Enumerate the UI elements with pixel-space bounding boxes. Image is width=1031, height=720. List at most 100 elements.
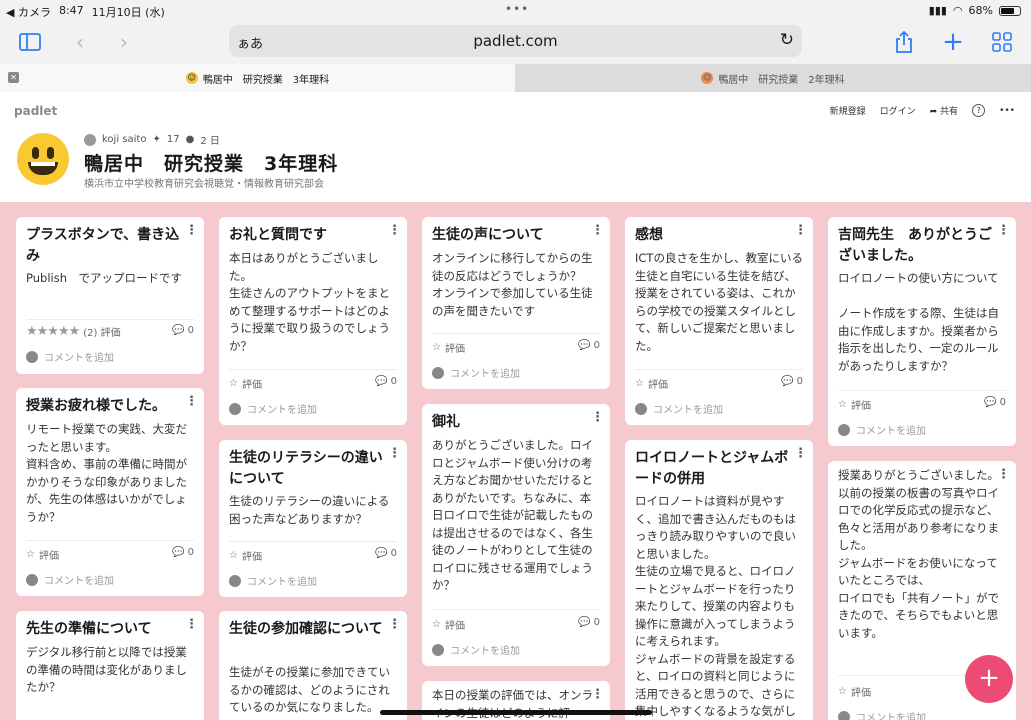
wifi-icon: ◠ xyxy=(952,4,963,17)
rating-control[interactable]: ☆ 評価 xyxy=(432,340,465,355)
add-comment[interactable]: コメントを追加 xyxy=(635,401,723,416)
comment-count[interactable]: 💬 0 xyxy=(375,548,397,559)
post-card[interactable]: プラスボタンで、書き込み ⋮ Publish でアップロードです ★★★★★ (2… xyxy=(16,217,204,374)
post-menu-icon[interactable]: ⋮ xyxy=(591,223,604,238)
post-card[interactable]: ロイロノートとジャムボードの併用 ⋮ ロイロノートは資料が見やすく、追加で書き込… xyxy=(625,440,813,720)
comment-count[interactable]: 💬 0 xyxy=(578,617,600,628)
add-comment[interactable]: コメントを追加 xyxy=(432,642,520,657)
author-avatar xyxy=(84,133,96,146)
close-tab-icon[interactable]: ✕ xyxy=(8,72,19,83)
post-menu-icon[interactable]: ⋮ xyxy=(794,446,807,461)
status-time: 8:47 xyxy=(58,4,84,17)
post-card[interactable]: 吉岡先生 ありがとうございました。 ⋮ ロイロノートの使い方について ノート作成… xyxy=(828,217,1016,446)
add-post-button[interactable]: + xyxy=(965,655,1013,703)
add-comment[interactable]: コメントを追加 xyxy=(229,401,317,416)
board-meta: koji saito ✦ 17 ● 2 日 xyxy=(84,132,220,147)
reload-icon[interactable]: ↻ xyxy=(780,30,794,50)
commenter-avatar xyxy=(432,366,444,379)
star-icon: ☆ xyxy=(635,378,644,389)
post-body: ありがとうございました。ロイロとジャムボード使い分けの考え方などお聞かせいただけ… xyxy=(432,438,593,592)
post-menu-icon[interactable]: ⋮ xyxy=(591,410,604,425)
rating-control[interactable]: ☆ 評価 xyxy=(432,617,465,632)
post-card[interactable]: 御礼 ⋮ ありがとうございました。ロイロとジャムボード使い分けの考え方などお聞か… xyxy=(422,404,610,666)
back-icon[interactable]: ‹ xyxy=(66,28,94,56)
star-rating-icon[interactable]: ★★★★★ xyxy=(26,324,80,339)
multitask-dots-icon[interactable]: ••• xyxy=(505,2,529,16)
more-options-icon[interactable]: ••• xyxy=(999,106,1015,116)
forward-icon[interactable]: › xyxy=(110,28,138,56)
post-menu-icon[interactable]: ⋮ xyxy=(185,617,198,632)
add-comment-label: コメントを追加 xyxy=(450,646,520,657)
post-menu-icon[interactable]: ⋮ xyxy=(794,223,807,238)
home-indicator[interactable] xyxy=(380,710,652,715)
add-comment[interactable]: コメントを追加 xyxy=(432,365,520,380)
comment-count[interactable]: 💬 0 xyxy=(781,376,803,387)
rating-control[interactable]: ★★★★★ (2) 評価 xyxy=(26,324,121,339)
add-comment[interactable]: コメントを追加 xyxy=(838,422,926,437)
post-card[interactable]: 生徒のリテラシーの違いについて ⋮ 生徒のリテラシーの違いによる困った声などあり… xyxy=(219,440,407,597)
board-emoji-icon xyxy=(17,133,69,185)
post-menu-icon[interactable]: ⋮ xyxy=(185,223,198,238)
post-card[interactable]: お礼と質問です ⋮ 本日はありがとうございました。 生徒さんのアウトプットをまと… xyxy=(219,217,407,425)
rating-control[interactable]: ☆ 評価 xyxy=(229,376,262,391)
padlet-header: padlet 新規登録 ログイン ➦ 共有 ? ••• koji saito ✦… xyxy=(0,92,1031,202)
add-comment[interactable]: コメントを追加 xyxy=(838,709,926,720)
post-card[interactable]: 生徒の声について ⋮ オンラインに移行してからの生徒の反応はどうでしょうか？ オ… xyxy=(422,217,610,389)
rating-control[interactable]: ☆ 評価 xyxy=(635,376,668,391)
post-menu-icon[interactable]: ⋮ xyxy=(997,223,1010,238)
add-comment-label: コメントを追加 xyxy=(247,405,317,416)
share-arrow-icon: ➦ xyxy=(929,107,941,117)
rating-control[interactable]: ☆ 評価 xyxy=(838,684,871,699)
tab-active[interactable]: ✕ ☺ 鴨居中 研究授業 3年理科 xyxy=(0,64,515,92)
padlet-logo[interactable]: padlet xyxy=(14,104,57,118)
comment-count[interactable]: 💬 0 xyxy=(172,325,194,336)
author-name[interactable]: koji saito xyxy=(102,134,146,145)
rating-label: 評価 xyxy=(444,344,465,355)
comment-count[interactable]: 💬 0 xyxy=(984,397,1006,408)
comment-count[interactable]: 💬 0 xyxy=(578,340,600,351)
help-icon[interactable]: ? xyxy=(972,104,986,117)
add-comment[interactable]: コメントを追加 xyxy=(229,573,317,588)
sidebar-icon[interactable] xyxy=(16,28,44,56)
signup-link[interactable]: 新規登録 xyxy=(830,104,866,117)
post-menu-icon[interactable]: ⋮ xyxy=(388,617,401,632)
url-text: padlet.com xyxy=(473,32,558,50)
rating-label: 評価 xyxy=(850,401,871,412)
post-card[interactable]: 生徒の参加確認について ⋮ 生徒がその授業に参加できているかの確認は、どのように… xyxy=(219,611,407,720)
star-icon: ☆ xyxy=(432,342,441,353)
add-comment-label: コメントを追加 xyxy=(653,405,723,416)
star-icon: ☆ xyxy=(432,619,441,630)
rating-control[interactable]: ☆ 評価 xyxy=(26,547,59,562)
post-card[interactable]: 授業お疲れ様でした。 ⋮ リモート授業での実践、大変だったと思います。 資料含め… xyxy=(16,388,204,596)
board-subtitle: 横浜市立中学校教育研究会視聴覚・情報教育研究部会 xyxy=(84,179,324,190)
post-card[interactable]: 感想 ⋮ ICTの良さを生かし、教室にいる生徒と自宅にいる生徒を結び、授業をされ… xyxy=(625,217,813,425)
post-body: ロイロノートの使い方について ノート作成をする際、生徒は自由に作成しますか。授業… xyxy=(838,271,999,373)
rating-label: 評価 xyxy=(38,551,59,562)
add-comment-label: コメントを追加 xyxy=(247,577,317,588)
login-link[interactable]: ログイン xyxy=(880,104,916,117)
commenter-avatar xyxy=(432,643,444,656)
post-menu-icon[interactable]: ⋮ xyxy=(185,394,198,409)
post-body: 生徒がその授業に参加できているかの確認は、どのようにされているのか気になりました… xyxy=(229,665,390,714)
add-comment[interactable]: コメントを追加 xyxy=(26,349,114,364)
post-menu-icon[interactable]: ⋮ xyxy=(388,446,401,461)
post-menu-icon[interactable]: ⋮ xyxy=(388,223,401,238)
star-icon: ☆ xyxy=(229,550,238,561)
tab-overview-icon[interactable] xyxy=(988,28,1016,56)
post-body: ICTの良さを生かし、教室にいる生徒と自宅にいる生徒を結び、授業をされている姿は… xyxy=(635,251,803,353)
back-to-app-label[interactable]: ◀ カメラ xyxy=(6,4,51,20)
new-tab-icon[interactable]: + xyxy=(939,27,967,57)
rating-control[interactable]: ☆ 評価 xyxy=(838,397,871,412)
share-icon[interactable] xyxy=(890,28,918,56)
address-bar[interactable]: ぁあ padlet.com ↻ xyxy=(229,25,802,57)
tab-inactive[interactable]: ☺ 鴨居中 研究授業 2年理科 xyxy=(515,64,1031,92)
post-title: 御礼 xyxy=(432,414,460,430)
rating-control[interactable]: ☆ 評価 xyxy=(229,548,262,563)
add-comment[interactable]: コメントを追加 xyxy=(26,572,114,587)
comment-count[interactable]: 💬 0 xyxy=(172,547,194,558)
like-icon: ✦ xyxy=(152,134,161,145)
post-body: デジタル移行前と以降では授業の準備の時間は変化がありましたか？ xyxy=(26,645,187,694)
post-card[interactable]: 先生の準備について ⋮ デジタル移行前と以降では授業の準備の時間は変化がありまし… xyxy=(16,611,204,720)
comment-count[interactable]: 💬 0 xyxy=(375,376,397,387)
share-button[interactable]: ➦ 共有 xyxy=(930,104,958,117)
